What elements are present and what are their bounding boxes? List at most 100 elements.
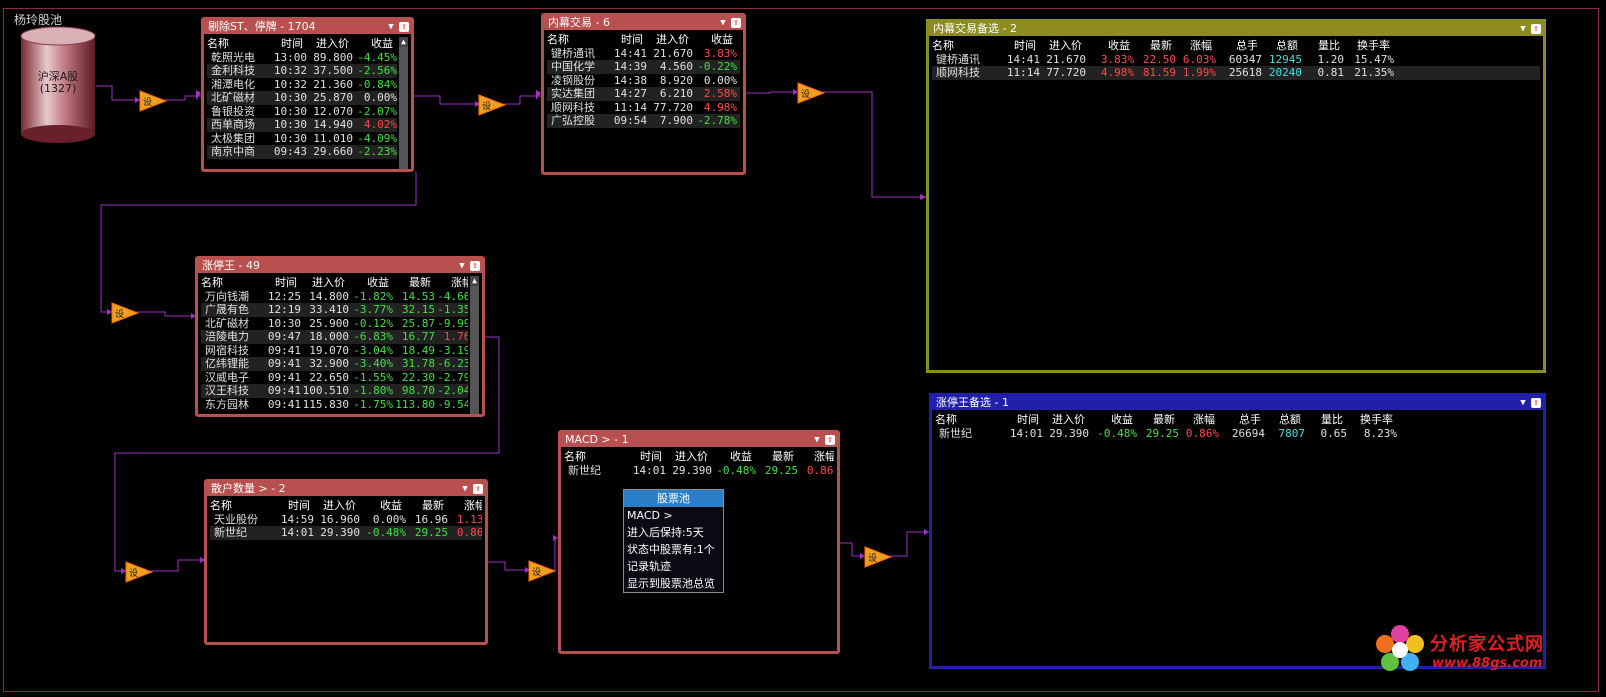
popup-item-hold-days[interactable]: 进入后保持:5天 xyxy=(624,524,723,541)
column-header[interactable]: 量比 xyxy=(1298,39,1340,53)
table-row[interactable]: 键桥通讯 14:41 21.670 3.83% 22.50 6.03% 60347 12945… xyxy=(932,53,1540,67)
table-row[interactable]: 北矿磁材10:3025.900-0.12%25.87-9.99%2 xyxy=(201,317,468,331)
table-row[interactable]: 汉威电子 09:41 22.650 -1.55% 22.30-2.79% xyxy=(201,371,468,385)
table-row[interactable]: 北矿磁材 10:30 25.870 0.00% xyxy=(207,91,397,105)
dropdown-icon[interactable]: ▼ xyxy=(812,435,822,445)
table-row[interactable]: 西单商场 10:30 14.940 4.02% xyxy=(207,118,397,132)
panel-insider-candidates[interactable]: 内幕交易备选 - 2 ▼ ⇧ 名称 时间 进入价 收益 最新 涨幅 总手 总额 量比 换手率 键桥通讯… xyxy=(926,19,1546,373)
column-header[interactable]: 总额 xyxy=(1261,413,1301,427)
table-row[interactable]: 太极集团 10:30 11.010 -4.09% xyxy=(207,132,397,146)
filter-node-3[interactable]: 设 xyxy=(797,82,826,104)
column-header[interactable]: 进入价 xyxy=(303,37,349,51)
table-row[interactable]: 新世纪14:0129.390-0.48%29.250.86%2 xyxy=(210,526,482,540)
panel-limit-up-king[interactable]: 涨停王 - 49 ▼⇧ 名称时间进入价收益最新涨幅总万向钱潮 12:25 14.80… xyxy=(195,256,485,417)
column-header[interactable]: 名称 xyxy=(564,450,622,464)
popup-item-condition[interactable]: MACD > xyxy=(624,507,723,524)
filter-node-4[interactable]: 设 xyxy=(111,302,140,324)
column-header[interactable]: 涨幅 xyxy=(1172,39,1212,53)
column-header[interactable]: 名称 xyxy=(207,37,265,51)
table-row[interactable]: 凌钢股份 14:38 8.920 0.00%8 xyxy=(547,74,740,88)
table-row[interactable]: 天业股份14:5916.9600.00%16.961.13%5 xyxy=(210,513,482,527)
filter-node-1[interactable]: 设 xyxy=(139,90,168,112)
column-header[interactable]: 涨幅 xyxy=(444,499,482,513)
maximize-icon[interactable]: ⇧ xyxy=(731,18,741,28)
column-header[interactable]: 总手 xyxy=(1215,413,1261,427)
scroll-up-icon[interactable]: ▲ xyxy=(470,276,479,286)
column-header[interactable]: 时间 xyxy=(622,450,662,464)
table-row[interactable]: 顺网科技 11:14 77.720 4.98%81 xyxy=(547,101,740,115)
table-row[interactable]: 汉王科技 09:41100.510 -1.80% 98.70-2.04% xyxy=(201,384,468,398)
column-header[interactable]: 时间 xyxy=(993,413,1039,427)
column-header[interactable]: 名称 xyxy=(932,39,990,53)
vertical-scrollbar[interactable]: ▲ xyxy=(399,37,408,169)
column-header[interactable]: 名称 xyxy=(210,499,268,513)
column-header[interactable]: 收益 xyxy=(349,37,393,51)
column-header[interactable]: 进入价 xyxy=(310,499,356,513)
column-header[interactable]: 收益 xyxy=(1085,413,1133,427)
column-header[interactable]: 换手率 xyxy=(1340,39,1390,53)
database-source-node[interactable]: 沪深A股 (1327) xyxy=(20,26,96,144)
maximize-icon[interactable]: ⇧ xyxy=(1531,24,1541,34)
maximize-icon[interactable]: ⇧ xyxy=(825,435,835,445)
table-row[interactable]: 亿纬锂能09:4132.900-3.40%31.78-6.23%6 xyxy=(201,357,468,371)
column-header[interactable]: 时间 xyxy=(265,37,303,51)
column-header[interactable]: 换手率 xyxy=(1343,413,1393,427)
scroll-up-icon[interactable]: ▲ xyxy=(399,37,408,47)
column-header[interactable]: 名称 xyxy=(547,33,605,47)
table-row[interactable]: 实达集团 14:27 6.210 2.58%6 xyxy=(547,87,740,101)
column-header[interactable]: 最新 xyxy=(752,450,794,464)
column-header[interactable]: 最 xyxy=(733,33,740,47)
column-header[interactable]: 最新 xyxy=(389,276,431,290)
column-header[interactable]: 收益 xyxy=(356,499,402,513)
popup-item-record-track[interactable]: 记录轨迹 xyxy=(624,558,723,575)
table-row[interactable]: 中国化学 14:39 4.560 -0.22%4 xyxy=(547,60,740,74)
column-header[interactable]: 进入价 xyxy=(643,33,689,47)
column-header[interactable]: 进入价 xyxy=(1036,39,1082,53)
dropdown-icon[interactable]: ▼ xyxy=(386,22,396,32)
table-row[interactable]: 广弘控股 09:54 7.900 -2.78%7 xyxy=(547,114,740,128)
dropdown-icon[interactable]: ▼ xyxy=(718,18,728,28)
column-header[interactable]: 收益 xyxy=(345,276,389,290)
column-header[interactable]: 量比 xyxy=(1301,413,1343,427)
vertical-scrollbar[interactable]: ▲ xyxy=(470,276,479,414)
table-row[interactable]: 金利科技 10:32 37.500 -2.56% xyxy=(207,64,397,78)
filter-node-7[interactable]: 设 xyxy=(864,546,893,568)
panel-exclude-st[interactable]: 剔除ST、停牌 - 1704 ▼ ⇧ 名称 时间 进入价 收益 乾照光电 13:00 89.8… xyxy=(201,17,414,172)
table-row[interactable]: 顺网科技 11:14 77.720 4.98% 81.59 1.99% 25618 20240… xyxy=(932,66,1540,80)
panel-insider-trading[interactable]: 内幕交易 - 6 ▼⇧ 名称时间进入价收益最键桥通讯 14:41 21.670 3.8… xyxy=(541,13,746,175)
column-header[interactable]: 收益 xyxy=(708,450,752,464)
column-header[interactable]: 最新 xyxy=(402,499,444,513)
maximize-icon[interactable]: ⇧ xyxy=(399,22,409,32)
column-header[interactable]: 进入价 xyxy=(1039,413,1085,427)
table-row[interactable]: 涪陵电力09:4718.000-6.83%16.771.76%1 xyxy=(201,330,468,344)
table-row[interactable]: 新世纪14:0129.390-0.48%29.250.86%2 xyxy=(564,464,834,478)
table-row[interactable]: 键桥通讯 14:41 21.670 3.83%22 xyxy=(547,47,740,61)
column-header[interactable]: 名称 xyxy=(201,276,259,290)
dropdown-icon[interactable]: ▼ xyxy=(460,484,470,494)
column-header[interactable]: 总额 xyxy=(1258,39,1298,53)
column-header[interactable]: 时间 xyxy=(990,39,1036,53)
stock-pool-popup[interactable]: 股票池 MACD > 进入后保持:5天 状态中股票有:1个 记录轨迹 显示到股票… xyxy=(623,489,724,593)
column-header[interactable]: 收益 xyxy=(1082,39,1130,53)
table-row[interactable]: 新世纪 14:01 29.390 -0.48% 29.25 0.86% 26694 7807 0… xyxy=(935,427,1540,441)
column-header[interactable]: 总手 xyxy=(1212,39,1258,53)
column-header[interactable]: 涨幅 xyxy=(794,450,834,464)
column-header[interactable]: 最新 xyxy=(1133,413,1175,427)
table-row[interactable]: 湘潭电化 10:32 21.360 -0.84% xyxy=(207,78,397,92)
column-header[interactable]: 时间 xyxy=(605,33,643,47)
maximize-icon[interactable]: ⇧ xyxy=(1531,398,1541,408)
popup-item-stock-count[interactable]: 状态中股票有:1个 xyxy=(624,541,723,558)
table-row[interactable]: 鲁银投资 10:30 12.070 -2.07% xyxy=(207,105,397,119)
column-header[interactable]: 进入价 xyxy=(297,276,345,290)
filter-node-5[interactable]: 设 xyxy=(125,561,154,583)
dropdown-icon[interactable]: ▼ xyxy=(1518,398,1528,408)
table-row[interactable]: 网宿科技09:4119.070-3.04%18.49-3.19%2 xyxy=(201,344,468,358)
column-header[interactable]: 最新 xyxy=(1130,39,1172,53)
column-header[interactable]: 涨幅 xyxy=(431,276,468,290)
filter-node-6[interactable]: 设 xyxy=(528,560,557,582)
maximize-icon[interactable]: ⇧ xyxy=(470,261,480,271)
table-row[interactable]: 广晟有色12:1933.410-3.77%32.15-1.35%1 xyxy=(201,303,468,317)
column-header[interactable]: 进入价 xyxy=(662,450,708,464)
column-header[interactable]: 时间 xyxy=(259,276,297,290)
panel-retail-count[interactable]: 散户数量 > - 2 ▼⇧ 名称时间进入价收益最新涨幅总天业股份 14:59 16.… xyxy=(204,479,488,645)
